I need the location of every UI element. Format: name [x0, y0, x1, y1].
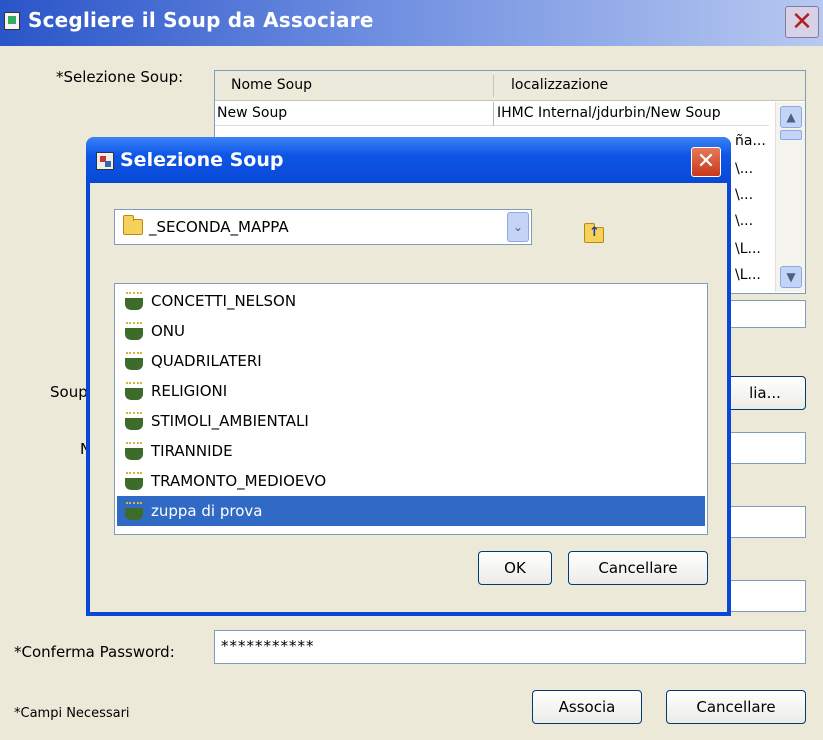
- soup-icon: [123, 442, 145, 460]
- folder-up-icon[interactable]: [584, 223, 604, 243]
- required-fields-note: *Campi Necessari: [14, 706, 130, 721]
- row-location-cell: IHMC Internal/jdurbin/New Soup: [497, 105, 721, 121]
- partial-cell: \...: [735, 213, 754, 229]
- password-field[interactable]: [724, 580, 806, 612]
- outer-text-field[interactable]: [724, 506, 806, 538]
- scroll-thumb[interactable]: [780, 130, 802, 140]
- browse-button-label: lia...: [749, 384, 781, 402]
- associate-button-label: Associa: [558, 698, 616, 716]
- list-item-label: CONCETTI_NELSON: [151, 292, 297, 310]
- list-item[interactable]: TIRANNIDE: [117, 436, 705, 466]
- dialog-app-icon: [96, 152, 114, 170]
- dialog-body: _SECONDA_MAPPA ⌄ CONCETTI_NELSON ONU QUA…: [90, 183, 727, 612]
- folder-icon: [123, 215, 143, 235]
- associate-button[interactable]: Associa: [532, 690, 642, 724]
- list-item[interactable]: RELIGIONI: [117, 376, 705, 406]
- table-row[interactable]: New Soup IHMC Internal/jdurbin/New Soup: [215, 102, 769, 126]
- ok-button-label: OK: [504, 559, 526, 577]
- outer-close-icon[interactable]: ✕: [785, 6, 819, 38]
- browse-button[interactable]: lia...: [724, 376, 806, 410]
- list-item-label: STIMOLI_AMBIENTALI: [151, 412, 309, 430]
- outer-text-field[interactable]: [724, 300, 806, 328]
- table-header: Nome Soup localizzazione: [215, 71, 805, 101]
- confirm-password-label: *Conferma Password:: [14, 643, 175, 661]
- outer-window-title: Scegliere il Soup da Associare: [28, 8, 374, 32]
- soup-icon: [123, 502, 145, 520]
- list-item[interactable]: STIMOLI_AMBIENTALI: [117, 406, 705, 436]
- partial-cell: \L...: [735, 241, 761, 257]
- table-scrollbar[interactable]: ▲ ▼: [775, 102, 805, 292]
- soup-icon: [123, 292, 145, 310]
- confirm-password-field[interactable]: ***********: [214, 630, 806, 664]
- list-item[interactable]: ONU: [117, 316, 705, 346]
- row-name-cell: New Soup: [217, 105, 288, 121]
- soup-icon: [123, 412, 145, 430]
- list-item[interactable]: CONCETTI_NELSON: [117, 286, 705, 316]
- list-item-label: TIRANNIDE: [151, 442, 233, 460]
- current-folder: _SECONDA_MAPPA: [149, 218, 289, 236]
- dialog-title-bar: Selezione Soup ✕: [86, 137, 731, 183]
- partial-cell: ña...: [735, 133, 766, 149]
- scroll-up-icon[interactable]: ▲: [780, 106, 802, 128]
- column-header-name[interactable]: Nome Soup: [231, 77, 312, 93]
- dialog-cancel-button-label: Cancellare: [598, 559, 678, 577]
- dialog-close-icon[interactable]: ✕: [691, 147, 721, 177]
- list-item-label: QUADRILATERI: [151, 352, 262, 370]
- dialog-cancel-button[interactable]: Cancellare: [568, 551, 708, 585]
- outer-cancel-button[interactable]: Cancellare: [666, 690, 806, 724]
- list-item[interactable]: QUADRILATERI: [117, 346, 705, 376]
- outer-text-field[interactable]: [724, 432, 806, 464]
- soup-icon: [123, 322, 145, 340]
- list-item-label: RELIGIONI: [151, 382, 228, 400]
- dialog-title: Selezione Soup: [120, 149, 284, 171]
- folder-dropdown[interactable]: _SECONDA_MAPPA ⌄: [114, 209, 532, 245]
- list-item-label: zuppa di prova: [151, 502, 263, 520]
- partial-cell: \...: [735, 161, 754, 177]
- soup-icon: [123, 352, 145, 370]
- soup-selection-dialog: Selezione Soup ✕ _SECONDA_MAPPA ⌄ CONCET…: [86, 137, 731, 616]
- list-item-selected[interactable]: zuppa di prova: [117, 496, 705, 526]
- ok-button[interactable]: OK: [478, 551, 552, 585]
- chevron-down-icon[interactable]: ⌄: [507, 212, 529, 242]
- outer-cancel-button-label: Cancellare: [696, 698, 776, 716]
- confirm-password-value: ***********: [221, 637, 315, 655]
- partial-cell: \L...: [735, 267, 761, 283]
- outer-title-bar: Scegliere il Soup da Associare ✕: [0, 0, 823, 46]
- list-item-label: TRAMONTO_MEDIOEVO: [151, 472, 327, 490]
- list-item-label: ONU: [151, 322, 186, 340]
- app-icon: [4, 12, 20, 30]
- list-item[interactable]: TRAMONTO_MEDIOEVO: [117, 466, 705, 496]
- column-header-location[interactable]: localizzazione: [511, 77, 608, 93]
- soup-icon: [123, 382, 145, 400]
- soup-label: Soup: [50, 383, 88, 401]
- soup-selection-label: *Selezione Soup:: [56, 68, 184, 86]
- scroll-down-icon[interactable]: ▼: [780, 266, 802, 288]
- soup-icon: [123, 472, 145, 490]
- soup-file-list[interactable]: CONCETTI_NELSON ONU QUADRILATERI RELIGIO…: [114, 283, 708, 535]
- partial-cell: \...: [735, 187, 754, 203]
